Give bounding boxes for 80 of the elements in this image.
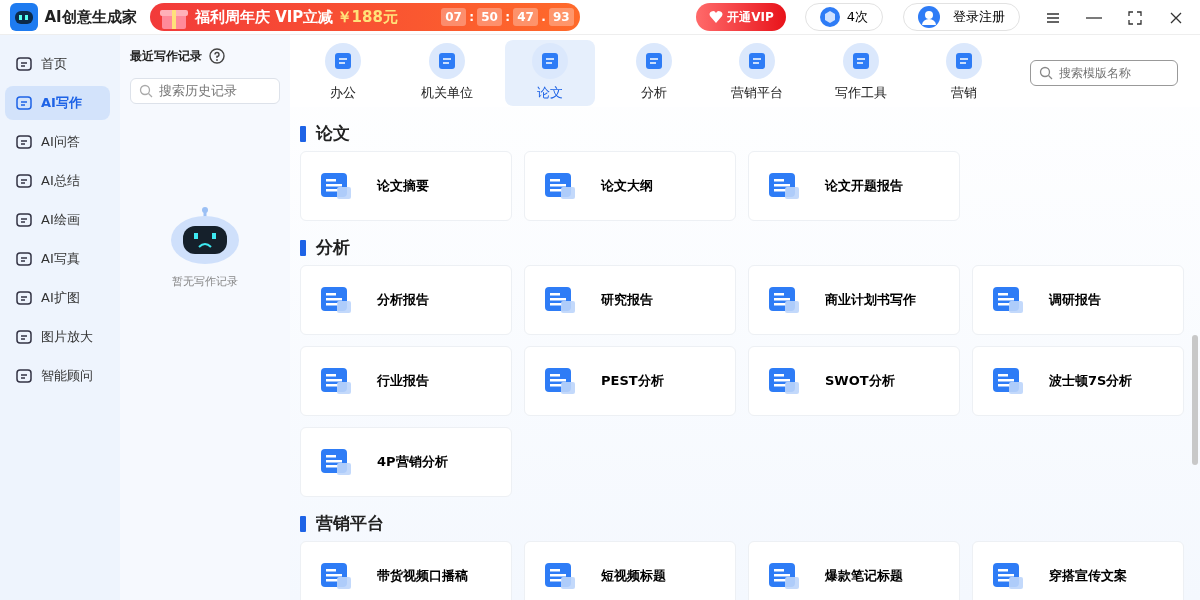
app-title: AI创意生成家 [44, 6, 137, 28]
template-card[interactable]: 短视频标题 [524, 540, 736, 600]
template-card[interactable]: 行业报告 [300, 345, 512, 416]
sidebar-item[interactable]: AI问答 [5, 124, 110, 159]
user-avatar-icon [917, 5, 940, 28]
category-icon [739, 43, 775, 80]
sidebar-item[interactable]: AI扩图 [5, 280, 110, 315]
category-icon [842, 43, 879, 80]
sidebar-item[interactable]: AI写作 [5, 85, 110, 120]
scrollbar[interactable] [1192, 334, 1198, 465]
category-tab[interactable]: 写作工具 [815, 39, 906, 106]
countdown-separator: . [541, 8, 546, 26]
section-title: 分析 [316, 236, 350, 259]
countdown-separator: : [505, 8, 510, 26]
countdown-digits: 47 [513, 7, 538, 26]
section-title: 营销平台 [316, 512, 384, 535]
template-card[interactable]: 商业计划书写作 [748, 264, 960, 335]
section-marker-icon [300, 239, 306, 256]
template-card[interactable]: SWOT分析 [748, 345, 960, 416]
template-card[interactable]: 爆款笔记标题 [748, 540, 960, 600]
promo-text: 福利周年庆 VIP立减 [194, 6, 334, 28]
promo-banner[interactable]: 福利周年庆 VIP立减 ￥188元 07 : 50 : 47 . 93 [149, 2, 580, 31]
credits-button[interactable]: 4次 [805, 2, 883, 31]
category-tab[interactable]: 营销平台 [712, 39, 802, 106]
template-search-field[interactable]: 搜索模版名称 [1030, 59, 1178, 86]
category-tab[interactable]: 机关单位 [401, 39, 492, 106]
countdown-digits: 50 [477, 7, 502, 26]
help-icon [208, 47, 225, 64]
nav-icon [15, 54, 33, 73]
nav-icon [15, 171, 33, 190]
countdown-digits: 07 [441, 7, 466, 26]
sidebar-item[interactable]: AI写真 [5, 241, 110, 276]
category-icon [635, 43, 672, 80]
category-icon [532, 43, 568, 80]
category-icon [946, 43, 982, 80]
robot-logo-icon [10, 2, 38, 31]
login-button[interactable]: 登录注册 [902, 2, 1020, 31]
nav-icon [15, 93, 33, 112]
history-search-field[interactable]: 搜索历史记录 [130, 77, 280, 104]
panel-title: 最近写作记录 [130, 47, 202, 65]
sidebar-item[interactable]: AI绘画 [5, 202, 110, 237]
nav-icon [15, 210, 33, 229]
template-card[interactable]: 波士顿7S分析 [972, 345, 1184, 416]
sidebar-item[interactable]: 智能顾问 [5, 358, 110, 393]
template-card[interactable]: 调研报告 [972, 264, 1184, 335]
template-card[interactable]: 论文摘要 [300, 150, 512, 221]
section-title: 论文 [316, 122, 350, 145]
sidebar-item[interactable]: 首页 [5, 46, 110, 81]
category-icon [325, 43, 361, 80]
section-marker-icon [300, 515, 306, 532]
cube-icon [820, 6, 841, 27]
category-tab[interactable]: 办公 [298, 39, 388, 106]
category-tab[interactable]: 论文 [505, 39, 595, 106]
category-tab[interactable]: 分析 [608, 39, 699, 106]
empty-state-text: 暂无写作记录 [172, 274, 238, 291]
countdown-separator: : [469, 8, 474, 26]
nav-icon [15, 288, 33, 307]
template-card[interactable]: 带货视频口播稿 [300, 540, 512, 600]
vip-button[interactable]: 开通VIP [695, 2, 786, 31]
nav-icon [15, 132, 33, 151]
nav-icon [15, 327, 33, 346]
promo-price: ￥188元 [336, 6, 398, 28]
countdown-digits: 93 [549, 7, 574, 26]
template-card[interactable]: 论文大纲 [524, 150, 736, 221]
category-icon [428, 43, 465, 80]
nav-icon [15, 249, 33, 268]
template-card[interactable]: 研究报告 [524, 264, 736, 335]
template-card[interactable]: PEST分析 [524, 345, 736, 416]
sidebar-item[interactable]: 图片放大 [5, 319, 110, 354]
section-marker-icon [300, 125, 306, 142]
category-tab[interactable]: 营销 [919, 39, 1009, 106]
minimize-icon [1086, 16, 1102, 19]
template-card[interactable]: 分析报告 [300, 264, 512, 335]
heart-icon [707, 8, 724, 25]
sidebar-item[interactable]: AI总结 [5, 163, 110, 198]
template-card[interactable]: 穿搭宣传文案 [972, 540, 1184, 600]
template-card[interactable]: 论文开题报告 [748, 150, 960, 221]
fullscreen-icon [1127, 9, 1143, 26]
template-card[interactable]: 4P营销分析 [300, 426, 512, 497]
nav-icon [15, 366, 33, 385]
